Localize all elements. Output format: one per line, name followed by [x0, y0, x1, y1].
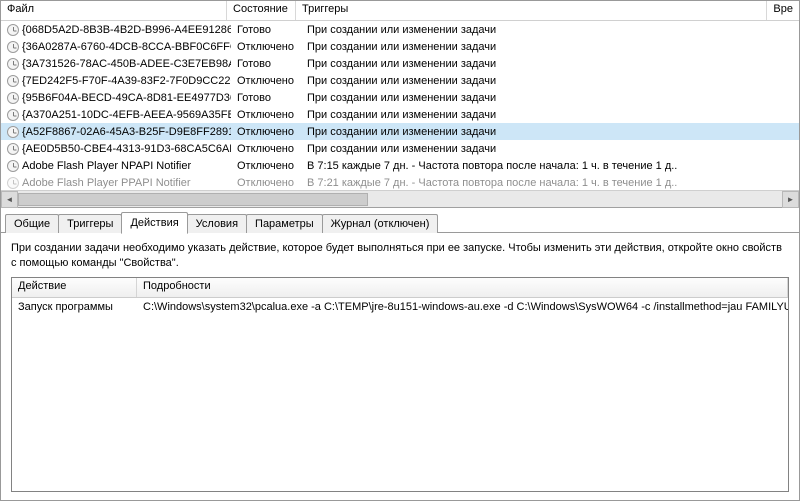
task-trigger-cell: При создании или изменении задачи [301, 41, 781, 53]
task-trigger-cell: При создании или изменении задачи [301, 109, 781, 121]
task-state-cell: Отключено [231, 143, 301, 155]
task-trigger-cell: При создании или изменении задачи [301, 24, 781, 36]
column-header-last[interactable]: Вре [767, 1, 799, 20]
clock-icon [7, 177, 19, 189]
task-name-label: {068D5A2D-8B3B-4B2D-B996-A4EE91286CD9} [22, 24, 231, 36]
tab-bar: Общие Триггеры Действия Условия Параметр… [1, 208, 799, 233]
task-state-cell: Отключено [231, 41, 301, 53]
clock-icon [7, 58, 19, 70]
task-trigger-cell: При создании или изменении задачи [301, 143, 781, 155]
actions-table-header: Действие Подробности [12, 278, 788, 298]
task-name-cell: Adobe Flash Player PPAPI Notifier [1, 177, 231, 189]
action-details-cell: C:\Windows\system32\pcalua.exe -a C:\TEM… [137, 301, 788, 313]
task-state-cell: Отключено [231, 160, 301, 172]
table-row[interactable]: {068D5A2D-8B3B-4B2D-B996-A4EE91286CD9}Го… [1, 21, 799, 38]
column-header-file[interactable]: Файл [1, 1, 227, 20]
clock-icon [7, 143, 19, 155]
table-row[interactable]: {36A0287A-6760-4DCB-8CCA-BBF0C6FFC570}От… [1, 38, 799, 55]
task-trigger-cell: При создании или изменении задачи [301, 75, 781, 87]
task-details-panel: Общие Триггеры Действия Условия Параметр… [1, 208, 799, 500]
task-trigger-cell: При создании или изменении задачи [301, 92, 781, 104]
clock-icon [7, 126, 19, 138]
tab-triggers[interactable]: Триггеры [58, 214, 122, 233]
task-name-label: {A370A251-10DC-4EFB-AEEA-9569A35FB9B2} [22, 109, 231, 121]
task-name-cell: {A52F8867-02A6-45A3-B25F-D9E8FF2891C3} [1, 126, 231, 138]
task-state-cell: Отключено [231, 109, 301, 121]
task-name-label: {36A0287A-6760-4DCB-8CCA-BBF0C6FFC570} [22, 41, 231, 53]
tab-general[interactable]: Общие [5, 214, 59, 233]
task-name-cell: Adobe Flash Player NPAPI Notifier [1, 160, 231, 172]
task-name-label: {3A731526-78AC-450B-ADEE-C3E7EB98A216} [22, 58, 231, 70]
clock-icon [7, 109, 19, 121]
column-header-details[interactable]: Подробности [137, 278, 788, 297]
task-trigger-cell: В 7:21 каждые 7 дн. - Частота повтора по… [301, 177, 781, 189]
task-state-cell: Готово [231, 24, 301, 36]
task-name-label: Adobe Flash Player PPAPI Notifier [22, 177, 191, 189]
task-list-panel: Файл Состояние Триггеры Вре {068D5A2D-8B… [1, 1, 799, 208]
clock-icon [7, 75, 19, 87]
task-name-cell: {AE0D5B50-CBE4-4313-91D3-68CA5C6AB8F9} [1, 143, 231, 155]
column-header-action[interactable]: Действие [12, 278, 137, 297]
table-row[interactable]: Adobe Flash Player NPAPI Notifier Отключе… [1, 157, 799, 174]
actions-table-body[interactable]: Запуск программыC:\Windows\system32\pcal… [12, 298, 788, 316]
column-header-state[interactable]: Состояние [227, 1, 296, 20]
horizontal-scrollbar[interactable]: ◄ ► [1, 190, 799, 207]
task-state-cell: Готово [231, 92, 301, 104]
table-row[interactable]: Adobe Flash Player PPAPI Notifier Отключе… [1, 174, 799, 190]
task-name-cell: {36A0287A-6760-4DCB-8CCA-BBF0C6FFC570} [1, 41, 231, 53]
task-trigger-cell: При создании или изменении задачи [301, 58, 781, 70]
column-header-trigger[interactable]: Триггеры [296, 1, 767, 20]
scroll-right-button[interactable]: ► [782, 191, 799, 208]
table-row[interactable]: {A52F8867-02A6-45A3-B25F-D9E8FF2891C3}От… [1, 123, 799, 140]
scroll-thumb[interactable] [18, 193, 368, 206]
clock-icon [7, 92, 19, 104]
task-name-cell: {3A731526-78AC-450B-ADEE-C3E7EB98A216} [1, 58, 231, 70]
table-row[interactable]: {A370A251-10DC-4EFB-AEEA-9569A35FB9B2}От… [1, 106, 799, 123]
task-list[interactable]: {068D5A2D-8B3B-4B2D-B996-A4EE91286CD9}Го… [1, 21, 799, 190]
task-name-label: {AE0D5B50-CBE4-4313-91D3-68CA5C6AB8F9} [22, 143, 231, 155]
task-list-header: Файл Состояние Триггеры Вре [1, 1, 799, 21]
task-name-label: {95B6F04A-BECD-49CA-8D81-EE4977D36F5A} [22, 92, 231, 104]
task-name-cell: {A370A251-10DC-4EFB-AEEA-9569A35FB9B2} [1, 109, 231, 121]
task-trigger-cell: При создании или изменении задачи [301, 126, 781, 138]
task-name-cell: {95B6F04A-BECD-49CA-8D81-EE4977D36F5A} [1, 92, 231, 104]
tab-history[interactable]: Журнал (отключен) [322, 214, 439, 233]
task-state-cell: Отключено [231, 126, 301, 138]
task-name-cell: {068D5A2D-8B3B-4B2D-B996-A4EE91286CD9} [1, 24, 231, 36]
clock-icon [7, 160, 19, 172]
task-state-cell: Отключено [231, 177, 301, 189]
task-name-cell: {7ED242F5-F70F-4A39-83F2-7F0D9CC220B7} [1, 75, 231, 87]
actions-table: Действие Подробности Запуск программыC:\… [11, 277, 789, 492]
tab-conditions[interactable]: Условия [187, 214, 247, 233]
table-row[interactable]: {3A731526-78AC-450B-ADEE-C3E7EB98A216}Го… [1, 55, 799, 72]
action-type-cell: Запуск программы [12, 301, 137, 313]
table-row[interactable]: {95B6F04A-BECD-49CA-8D81-EE4977D36F5A}Го… [1, 89, 799, 106]
task-name-label: {7ED242F5-F70F-4A39-83F2-7F0D9CC220B7} [22, 75, 231, 87]
tab-settings[interactable]: Параметры [246, 214, 323, 233]
tab-content-actions: При создании задачи необходимо указать д… [1, 232, 799, 500]
clock-icon [7, 24, 19, 36]
table-row[interactable]: {AE0D5B50-CBE4-4313-91D3-68CA5C6AB8F9}От… [1, 140, 799, 157]
clock-icon [7, 41, 19, 53]
action-row[interactable]: Запуск программыC:\Windows\system32\pcal… [12, 298, 788, 316]
task-trigger-cell: В 7:15 каждые 7 дн. - Частота повтора по… [301, 160, 781, 172]
actions-info-text: При создании задачи необходимо указать д… [11, 241, 789, 271]
task-state-cell: Отключено [231, 75, 301, 87]
task-state-cell: Готово [231, 58, 301, 70]
task-name-label: {A52F8867-02A6-45A3-B25F-D9E8FF2891C3} [22, 126, 231, 138]
task-name-label: Adobe Flash Player NPAPI Notifier [22, 160, 191, 172]
tab-actions[interactable]: Действия [121, 212, 187, 234]
table-row[interactable]: {7ED242F5-F70F-4A39-83F2-7F0D9CC220B7}От… [1, 72, 799, 89]
scroll-left-button[interactable]: ◄ [1, 191, 18, 208]
